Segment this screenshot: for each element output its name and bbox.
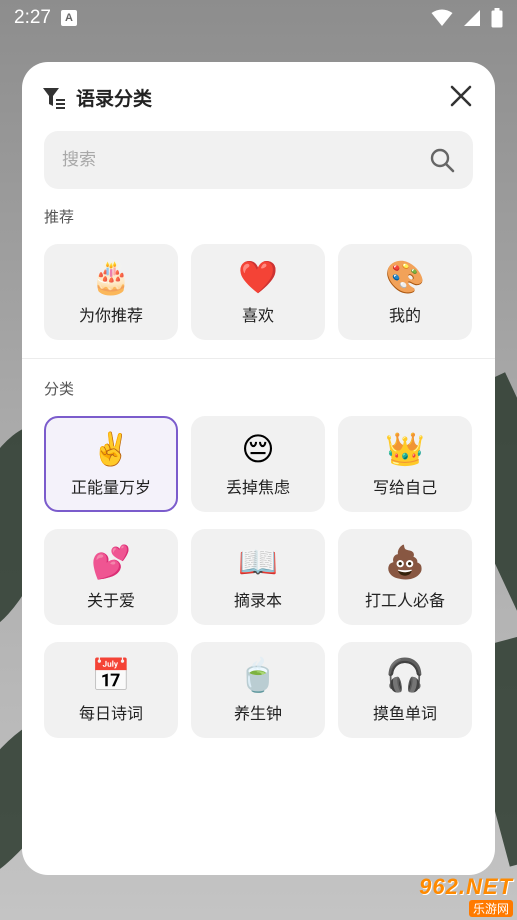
category-label: 正能量万岁	[70, 478, 151, 497]
category-card-positive-energy[interactable]: ✌️ 正能量万岁	[44, 416, 178, 512]
birthday-cake-icon: 🎂	[91, 258, 131, 296]
category-label: 打工人必备	[364, 591, 445, 610]
victory-hand-icon: ✌️	[91, 430, 131, 468]
close-button[interactable]	[447, 82, 475, 110]
status-bar: 2:27 A	[0, 0, 517, 36]
dialog-title: 语录分类	[76, 88, 153, 110]
category-dialog: 语录分类 推荐 🎂 为你推荐 ❤️ 喜欢 🎨 我的 分类 ✌️	[22, 62, 495, 875]
section-label-categories: 分类	[44, 380, 75, 398]
dialog-header: 语录分类	[42, 84, 152, 111]
calendar-icon: 📅	[91, 656, 131, 694]
tea-cup-icon: 🍵	[238, 656, 278, 694]
category-card-likes[interactable]: ❤️ 喜欢	[191, 244, 325, 340]
search-icon[interactable]	[429, 147, 455, 173]
category-card-drop-anxiety[interactable]: 😔 丢掉焦虑	[191, 416, 325, 512]
category-grid: ✌️ 正能量万岁 😔 丢掉焦虑 👑 写给自己 💕 关于爱 📖 摘录本 💩 打工人…	[44, 416, 472, 738]
heart-icon: ❤️	[238, 258, 278, 296]
pensive-face-icon: 😔	[241, 430, 275, 468]
recommend-grid: 🎂 为你推荐 ❤️ 喜欢 🎨 我的	[44, 244, 472, 340]
category-card-daily-poems[interactable]: 📅 每日诗词	[44, 642, 178, 738]
site-watermark: 962.NET 乐游网	[419, 874, 513, 917]
poop-icon: 💩	[385, 543, 425, 581]
category-label: 丢掉焦虑	[225, 478, 290, 497]
headphones-icon: 🎧	[385, 656, 425, 694]
watermark-logo-text: 962.NET	[419, 874, 513, 899]
section-label-recommend: 推荐	[44, 208, 75, 226]
category-card-excerpts[interactable]: 📖 摘录本	[191, 529, 325, 625]
open-book-icon: 📖	[238, 543, 278, 581]
notification-icon: A	[60, 10, 77, 26]
crown-icon: 👑	[385, 430, 425, 468]
section-divider	[22, 358, 495, 359]
signal-icon	[464, 10, 480, 26]
category-card-about-love[interactable]: 💕 关于爱	[44, 529, 178, 625]
search-input[interactable]	[62, 150, 429, 170]
category-label: 每日诗词	[78, 704, 143, 723]
category-card-workers[interactable]: 💩 打工人必备	[338, 529, 472, 625]
category-label: 关于爱	[86, 591, 135, 610]
battery-icon	[491, 8, 503, 28]
watermark-site-name: 乐游网	[468, 900, 513, 917]
category-label: 写给自己	[372, 478, 437, 497]
search-bar[interactable]	[44, 131, 473, 189]
palette-icon: 🎨	[385, 258, 425, 296]
category-card-slacker-words[interactable]: 🎧 摸鱼单词	[338, 642, 472, 738]
wifi-icon	[431, 9, 453, 26]
two-hearts-icon: 💕	[91, 543, 131, 581]
category-label: 为你推荐	[78, 306, 143, 325]
category-label: 喜欢	[241, 306, 274, 325]
category-label: 养生钟	[233, 704, 282, 723]
filter-icon	[43, 87, 65, 109]
category-card-for-you[interactable]: 🎂 为你推荐	[44, 244, 178, 340]
close-icon	[450, 85, 472, 107]
status-time: 2:27	[14, 7, 51, 28]
category-card-mine[interactable]: 🎨 我的	[338, 244, 472, 340]
category-card-health-clock[interactable]: 🍵 养生钟	[191, 642, 325, 738]
category-card-to-myself[interactable]: 👑 写给自己	[338, 416, 472, 512]
category-label: 摸鱼单词	[372, 704, 437, 723]
category-label: 摘录本	[233, 591, 282, 610]
category-label: 我的	[388, 306, 421, 325]
